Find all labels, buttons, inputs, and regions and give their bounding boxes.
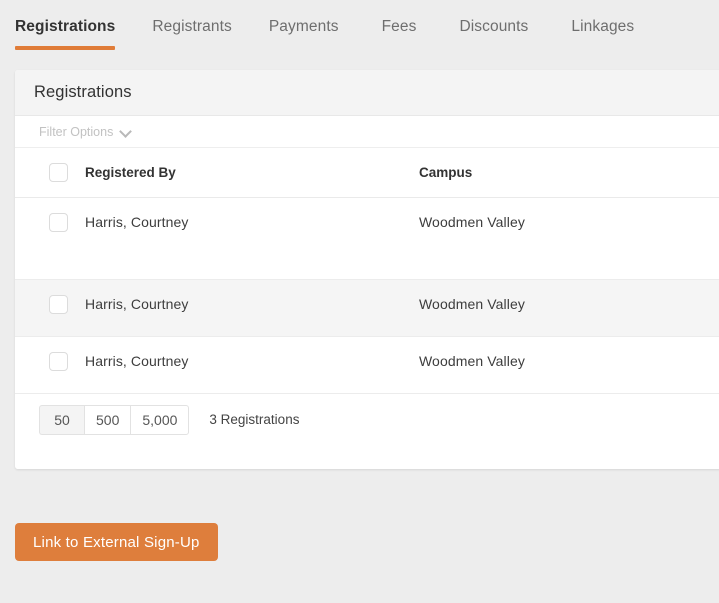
column-header-label: Campus [419, 165, 472, 180]
column-header-wrapper: Registered By [85, 148, 419, 182]
card-header: Registrations [15, 70, 719, 116]
row-checkbox[interactable] [49, 352, 68, 371]
column-header-label: Registered By [85, 165, 176, 180]
column-header-campus[interactable]: Campus [419, 148, 719, 197]
tab-discounts[interactable]: Discounts [459, 0, 528, 53]
tab-bar: Registrations Registrants Payments Fees … [0, 0, 719, 67]
select-all-checkbox[interactable] [49, 163, 68, 182]
cell-registered-by: Harris, Courtney [85, 279, 419, 336]
row-select-cell [15, 279, 85, 336]
registrations-table: Registered By Campus [15, 148, 719, 394]
registered-by-value: Harris, Courtney [85, 296, 189, 312]
row-select-wrapper [15, 280, 85, 319]
table-row[interactable]: Harris, Courtney Woodmen Valley [15, 336, 719, 393]
row-select-cell [15, 197, 85, 279]
cell-campus: Woodmen Valley [419, 197, 719, 279]
table-row[interactable]: Harris, Courtney Woodmen Valley [15, 197, 719, 279]
table-footer: 50 500 5,000 3 Registrations [15, 394, 719, 469]
row-select-wrapper [15, 198, 85, 237]
cell-registered-by: Harris, Courtney [85, 336, 419, 393]
tab-linkages[interactable]: Linkages [571, 0, 634, 53]
row-select-wrapper [15, 337, 85, 376]
filter-options-label[interactable]: Filter Options [39, 125, 113, 139]
cell-campus: Woodmen Valley [419, 279, 719, 336]
tab-registrants[interactable]: Registrants [152, 0, 232, 53]
registered-by-value: Harris, Courtney [85, 214, 189, 230]
table-header-row: Registered By Campus [15, 148, 719, 197]
tab-label: Payments [269, 18, 339, 36]
cell-wrapper: Harris, Courtney [85, 198, 419, 232]
row-checkbox[interactable] [49, 295, 68, 314]
cell-wrapper: Woodmen Valley [419, 198, 719, 232]
cell-wrapper: Harris, Courtney [85, 337, 419, 371]
tab-label: Registrations [15, 18, 115, 36]
row-select-cell [15, 336, 85, 393]
page-title: Registrations [34, 83, 132, 102]
campus-value: Woodmen Valley [419, 353, 525, 369]
column-header-wrapper: Campus [419, 148, 719, 182]
page-size-50-button[interactable]: 50 [39, 405, 84, 435]
column-header-registered-by[interactable]: Registered By [85, 148, 419, 197]
chevron-down-icon[interactable] [120, 126, 131, 137]
tab-label: Linkages [571, 18, 634, 36]
link-to-external-signup-button[interactable]: Link to External Sign-Up [15, 523, 218, 561]
table-row[interactable]: Harris, Courtney Woodmen Valley [15, 279, 719, 336]
cell-wrapper: Harris, Courtney [85, 280, 419, 314]
cell-registered-by: Harris, Courtney [85, 197, 419, 279]
page-size-5000-button[interactable]: 5,000 [130, 405, 189, 435]
tab-registrations[interactable]: Registrations [15, 0, 115, 53]
campus-value: Woodmen Valley [419, 296, 525, 312]
tab-label: Discounts [459, 18, 528, 36]
select-all-cell [15, 148, 85, 197]
page-size-500-button[interactable]: 500 [84, 405, 130, 435]
registration-count-label: 3 Registrations [209, 405, 299, 435]
cell-campus: Woodmen Valley [419, 336, 719, 393]
page-size-group: 50 500 5,000 [39, 405, 189, 435]
tab-label: Registrants [152, 18, 232, 36]
tab-fees[interactable]: Fees [382, 0, 417, 53]
campus-value: Woodmen Valley [419, 214, 525, 230]
registrations-card: Registrations Filter Options Registered … [15, 70, 719, 469]
row-checkbox[interactable] [49, 213, 68, 232]
select-all-wrapper [15, 148, 85, 187]
filter-bar[interactable]: Filter Options [15, 116, 719, 148]
cell-wrapper: Woodmen Valley [419, 280, 719, 314]
cell-wrapper: Woodmen Valley [419, 337, 719, 371]
tab-label: Fees [382, 18, 417, 36]
tab-payments[interactable]: Payments [269, 0, 339, 53]
registered-by-value: Harris, Courtney [85, 353, 189, 369]
